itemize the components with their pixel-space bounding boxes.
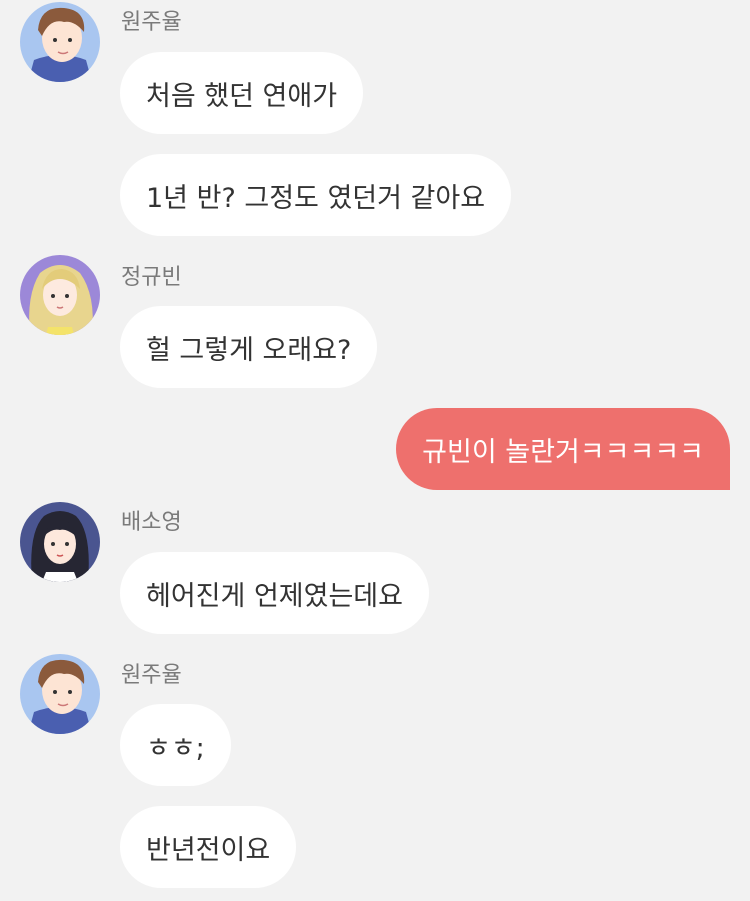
message-bubble[interactable]: ㅎㅎ; — [120, 704, 231, 786]
message-bubble[interactable]: 헐 그렇게 오래요? — [120, 306, 378, 388]
avatar-wonjuyul[interactable] — [20, 2, 100, 82]
message-bubble[interactable]: 처음 했던 연애가 — [120, 52, 364, 134]
message-bubble[interactable]: 1년 반? 그정도 였던거 같아요 — [120, 154, 512, 236]
outgoing-message-bubble[interactable]: 규빈이 놀란거ㅋㅋㅋㅋㅋ — [396, 408, 730, 490]
sender-name: 원주율 — [121, 663, 182, 688]
avatar-wonjuyul[interactable] — [20, 654, 100, 734]
avatar-baesoyoung[interactable] — [20, 502, 100, 582]
avatar-jeonggyubin[interactable] — [20, 255, 100, 335]
sender-name: 정규빈 — [121, 265, 182, 290]
sender-name: 원주율 — [121, 10, 182, 35]
message-bubble[interactable]: 반년전이요 — [120, 806, 297, 888]
sender-name: 배소영 — [121, 510, 182, 535]
message-bubble[interactable]: 헤어진게 언제였는데요 — [120, 552, 429, 634]
